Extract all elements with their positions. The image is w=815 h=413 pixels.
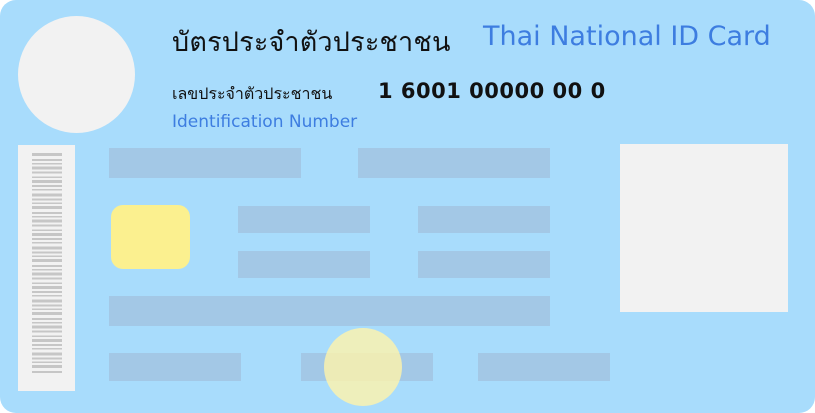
photo-placeholder <box>620 144 788 312</box>
barcode-line <box>31 277 62 280</box>
barcode-line <box>31 233 62 236</box>
barcode-line <box>31 206 62 209</box>
id-label-thai: เลขประจำตัวประชาชน <box>172 84 333 103</box>
id-card: บัตรประจำตัวประชาชน Thai National ID Car… <box>0 0 815 413</box>
barcode-line <box>31 352 62 356</box>
barcode-line <box>31 176 62 178</box>
name-field-placeholder <box>109 148 301 178</box>
info-field-placeholder-3 <box>238 251 370 278</box>
address-field-placeholder <box>109 296 550 326</box>
barcode-line <box>31 242 62 244</box>
barcode-line <box>31 299 62 303</box>
barcode-line <box>31 189 62 191</box>
barcode-line <box>31 216 62 218</box>
barcode-line <box>31 357 62 360</box>
emblem-placeholder <box>18 16 135 133</box>
smart-chip <box>111 205 190 269</box>
barcode-line <box>31 325 62 329</box>
date-field-placeholder-3 <box>478 353 610 381</box>
info-field-placeholder <box>238 206 370 233</box>
barcode-line <box>31 198 62 201</box>
barcode-line <box>31 185 62 187</box>
barcode-line <box>31 304 62 307</box>
barcode-line <box>31 295 62 297</box>
barcode-line <box>31 365 62 368</box>
barcode-line <box>31 344 62 346</box>
card-title-thai: บัตรประจำตัวประชาชน <box>172 27 451 58</box>
barcode-line <box>31 251 62 254</box>
barcode-line <box>31 180 62 183</box>
barcode-line <box>31 361 62 363</box>
date-field-placeholder <box>109 353 241 381</box>
barcode-line <box>31 272 62 276</box>
card-title-english: Thai National ID Card <box>483 21 771 52</box>
barcode-line <box>31 308 62 310</box>
barcode-lines-icon <box>31 153 62 373</box>
barcode-line <box>31 238 62 240</box>
barcode-line <box>31 171 62 174</box>
info-field-placeholder-2 <box>418 206 550 233</box>
barcode-line <box>31 255 62 257</box>
barcode-line <box>31 269 62 271</box>
barcode-line <box>31 163 62 165</box>
barcode-line <box>31 371 62 373</box>
barcode-line <box>31 318 62 320</box>
barcode-line <box>31 202 62 204</box>
barcode-line <box>31 330 62 333</box>
barcode-line <box>31 339 62 342</box>
barcode-line <box>31 322 62 324</box>
info-field-placeholder-4 <box>418 251 550 278</box>
barcode-line <box>31 246 62 250</box>
barcode-line <box>31 286 62 289</box>
barcode-line <box>31 219 62 223</box>
barcode-line <box>31 265 62 267</box>
barcode <box>18 145 75 391</box>
id-label-english: Identification Number <box>172 112 358 132</box>
name-field-placeholder-2 <box>358 148 550 178</box>
barcode-line <box>31 229 62 231</box>
barcode-line <box>31 312 62 315</box>
barcode-line <box>31 212 62 214</box>
barcode-line <box>31 193 62 197</box>
barcode-line <box>31 159 62 161</box>
barcode-line <box>31 348 62 350</box>
id-number: 1 6001 00000 00 0 <box>378 79 606 103</box>
barcode-line <box>31 259 62 262</box>
barcode-line <box>31 166 62 170</box>
hologram-seal <box>324 328 402 406</box>
barcode-line <box>31 282 62 284</box>
barcode-line <box>31 335 62 337</box>
barcode-line <box>31 224 62 227</box>
barcode-line <box>31 291 62 293</box>
barcode-line <box>31 153 62 156</box>
